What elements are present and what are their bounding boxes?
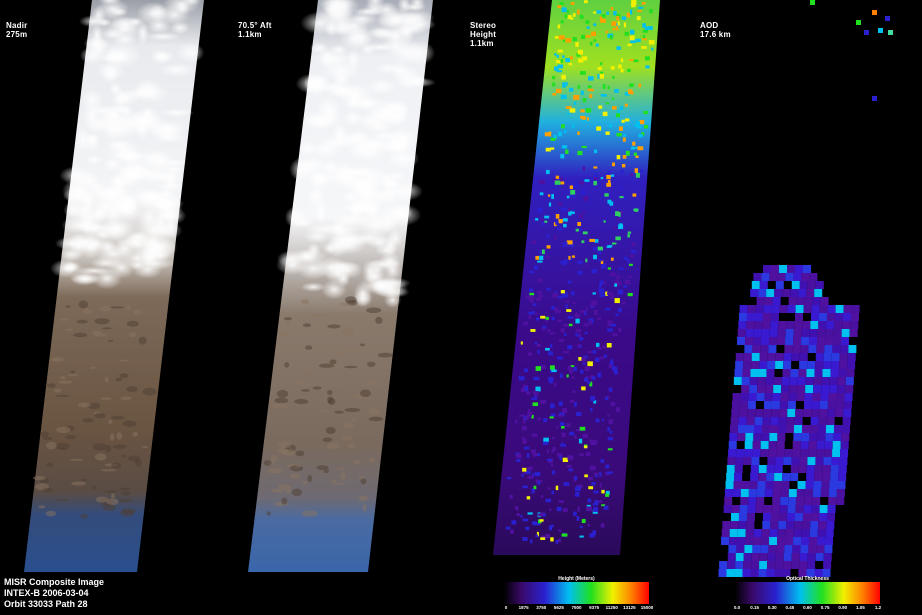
composite-scene [24, 0, 893, 604]
height-colorbar-tick: 0 [504, 605, 508, 610]
caption-line-1: MISR Composite Image [4, 577, 105, 587]
height-colorbar-tick: 13125 [623, 605, 636, 610]
aod-colorbar-tick: 0.15 [750, 605, 760, 610]
aft-swath [248, 0, 437, 572]
height-colorbar-title: Height (Meters) [558, 576, 595, 582]
panel-label-aod: AOD 17.6 km [700, 21, 731, 39]
image-caption: MISR Composite Image INTEX-B 2006-03-04 … [4, 577, 104, 610]
height-colorbar-tick: 11250 [605, 605, 618, 610]
caption-line-2: INTEX-B 2006-03-04 [4, 588, 89, 598]
nadir-swath [24, 0, 205, 572]
aod-colorbar-tick: 0.45 [785, 605, 795, 610]
height-colorbar [504, 582, 649, 604]
aod-colorbar-tick: 0.30 [767, 605, 777, 610]
aod-map [718, 0, 893, 577]
height-colorbar-tick: 9375 [589, 605, 600, 610]
height-colorbar-tick: 15000 [640, 605, 654, 610]
aod-colorbar-tick: 0.0 [733, 605, 741, 610]
aod-colorbar-tick: 0.75 [820, 605, 830, 610]
height-colorbar-tick: 3750 [536, 605, 547, 610]
aod-colorbar-tick: 0.90 [838, 605, 848, 610]
panel-label-stereo: Stereo Height 1.1km [470, 21, 497, 48]
caption-line-3: Orbit 33033 Path 28 [4, 599, 88, 609]
height-colorbar-tick: 7500 [571, 605, 582, 610]
aod-colorbar-title: Optical Thickness [786, 576, 829, 582]
aod-colorbar-tick: 1.05 [855, 605, 865, 610]
aod-colorbar-tick: 1.2 [874, 605, 882, 610]
height-colorbar-tick: 5625 [553, 605, 564, 610]
panel-label-aft: 70.5° Aft 1.1km [238, 21, 272, 39]
aod-colorbar-tick: 0.60 [803, 605, 812, 610]
stereo-height-swath [493, 0, 660, 555]
panel-label-nadir: Nadir 275m [6, 21, 28, 39]
height-colorbar-tick: 1875 [518, 605, 529, 610]
aod-colorbar [735, 582, 880, 604]
